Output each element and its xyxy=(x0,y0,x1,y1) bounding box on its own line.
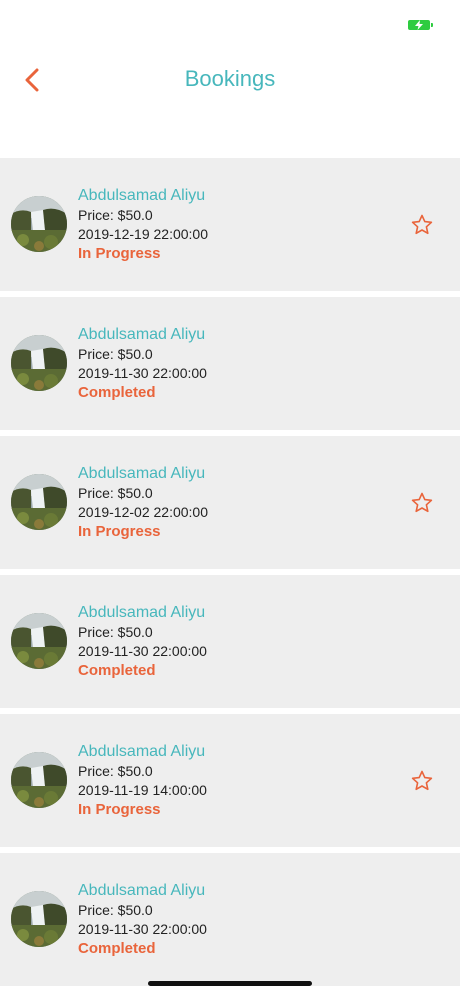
booking-row[interactable]: Abdulsamad Aliyu Price: $50.0 2019-11-19… xyxy=(0,714,460,847)
booking-status: Completed xyxy=(78,940,156,957)
booking-price: Price: $50.0 xyxy=(78,346,153,362)
home-indicator xyxy=(148,981,312,986)
booking-date: 2019-11-30 22:00:00 xyxy=(78,921,207,937)
booking-name: Abdulsamad Aliyu xyxy=(78,743,206,760)
avatar xyxy=(11,613,67,669)
booking-status: In Progress xyxy=(78,245,161,262)
avatar xyxy=(11,335,67,391)
star-icon[interactable] xyxy=(410,491,434,515)
booking-price: Price: $50.0 xyxy=(78,763,153,779)
avatar xyxy=(11,752,67,808)
booking-name: Abdulsamad Aliyu xyxy=(78,326,206,343)
booking-name: Abdulsamad Aliyu xyxy=(78,604,206,621)
booking-date: 2019-12-19 22:00:00 xyxy=(78,226,208,242)
battery-charging-icon xyxy=(408,20,433,30)
avatar xyxy=(11,891,67,947)
booking-row[interactable]: Abdulsamad Aliyu Price: $50.0 2019-11-30… xyxy=(0,297,460,430)
booking-status: In Progress xyxy=(78,523,161,540)
navigation-bar: Bookings xyxy=(0,44,460,118)
booking-date: 2019-11-30 22:00:00 xyxy=(78,643,207,659)
booking-row[interactable]: Abdulsamad Aliyu Price: $50.0 2019-12-02… xyxy=(0,436,460,569)
bookings-list: Abdulsamad Aliyu Price: $50.0 2019-12-19… xyxy=(0,158,460,992)
booking-name: Abdulsamad Aliyu xyxy=(78,187,206,204)
booking-row[interactable]: Abdulsamad Aliyu Price: $50.0 2019-11-30… xyxy=(0,853,460,986)
booking-row[interactable]: Abdulsamad Aliyu Price: $50.0 2019-12-19… xyxy=(0,158,460,291)
avatar xyxy=(11,196,67,252)
page-title: Bookings xyxy=(184,66,276,91)
booking-price: Price: $50.0 xyxy=(78,207,153,223)
booking-name: Abdulsamad Aliyu xyxy=(78,465,206,482)
booking-date: 2019-11-19 14:00:00 xyxy=(78,782,207,798)
booking-date: 2019-11-30 22:00:00 xyxy=(78,365,207,381)
booking-price: Price: $50.0 xyxy=(78,902,153,918)
star-icon[interactable] xyxy=(410,769,434,793)
bookings-screen: Bookings Abdulsamad Aliyu Price: $50.0 2… xyxy=(0,0,460,996)
booking-status: In Progress xyxy=(78,801,161,818)
star-icon[interactable] xyxy=(410,213,434,237)
booking-status: Completed xyxy=(78,384,156,401)
status-bar xyxy=(0,0,460,44)
booking-price: Price: $50.0 xyxy=(78,624,153,640)
booking-status: Completed xyxy=(78,662,156,679)
booking-row[interactable]: Abdulsamad Aliyu Price: $50.0 2019-11-30… xyxy=(0,575,460,708)
booking-price: Price: $50.0 xyxy=(78,485,153,501)
booking-name: Abdulsamad Aliyu xyxy=(78,882,206,899)
avatar xyxy=(11,474,67,530)
booking-date: 2019-12-02 22:00:00 xyxy=(78,504,208,520)
